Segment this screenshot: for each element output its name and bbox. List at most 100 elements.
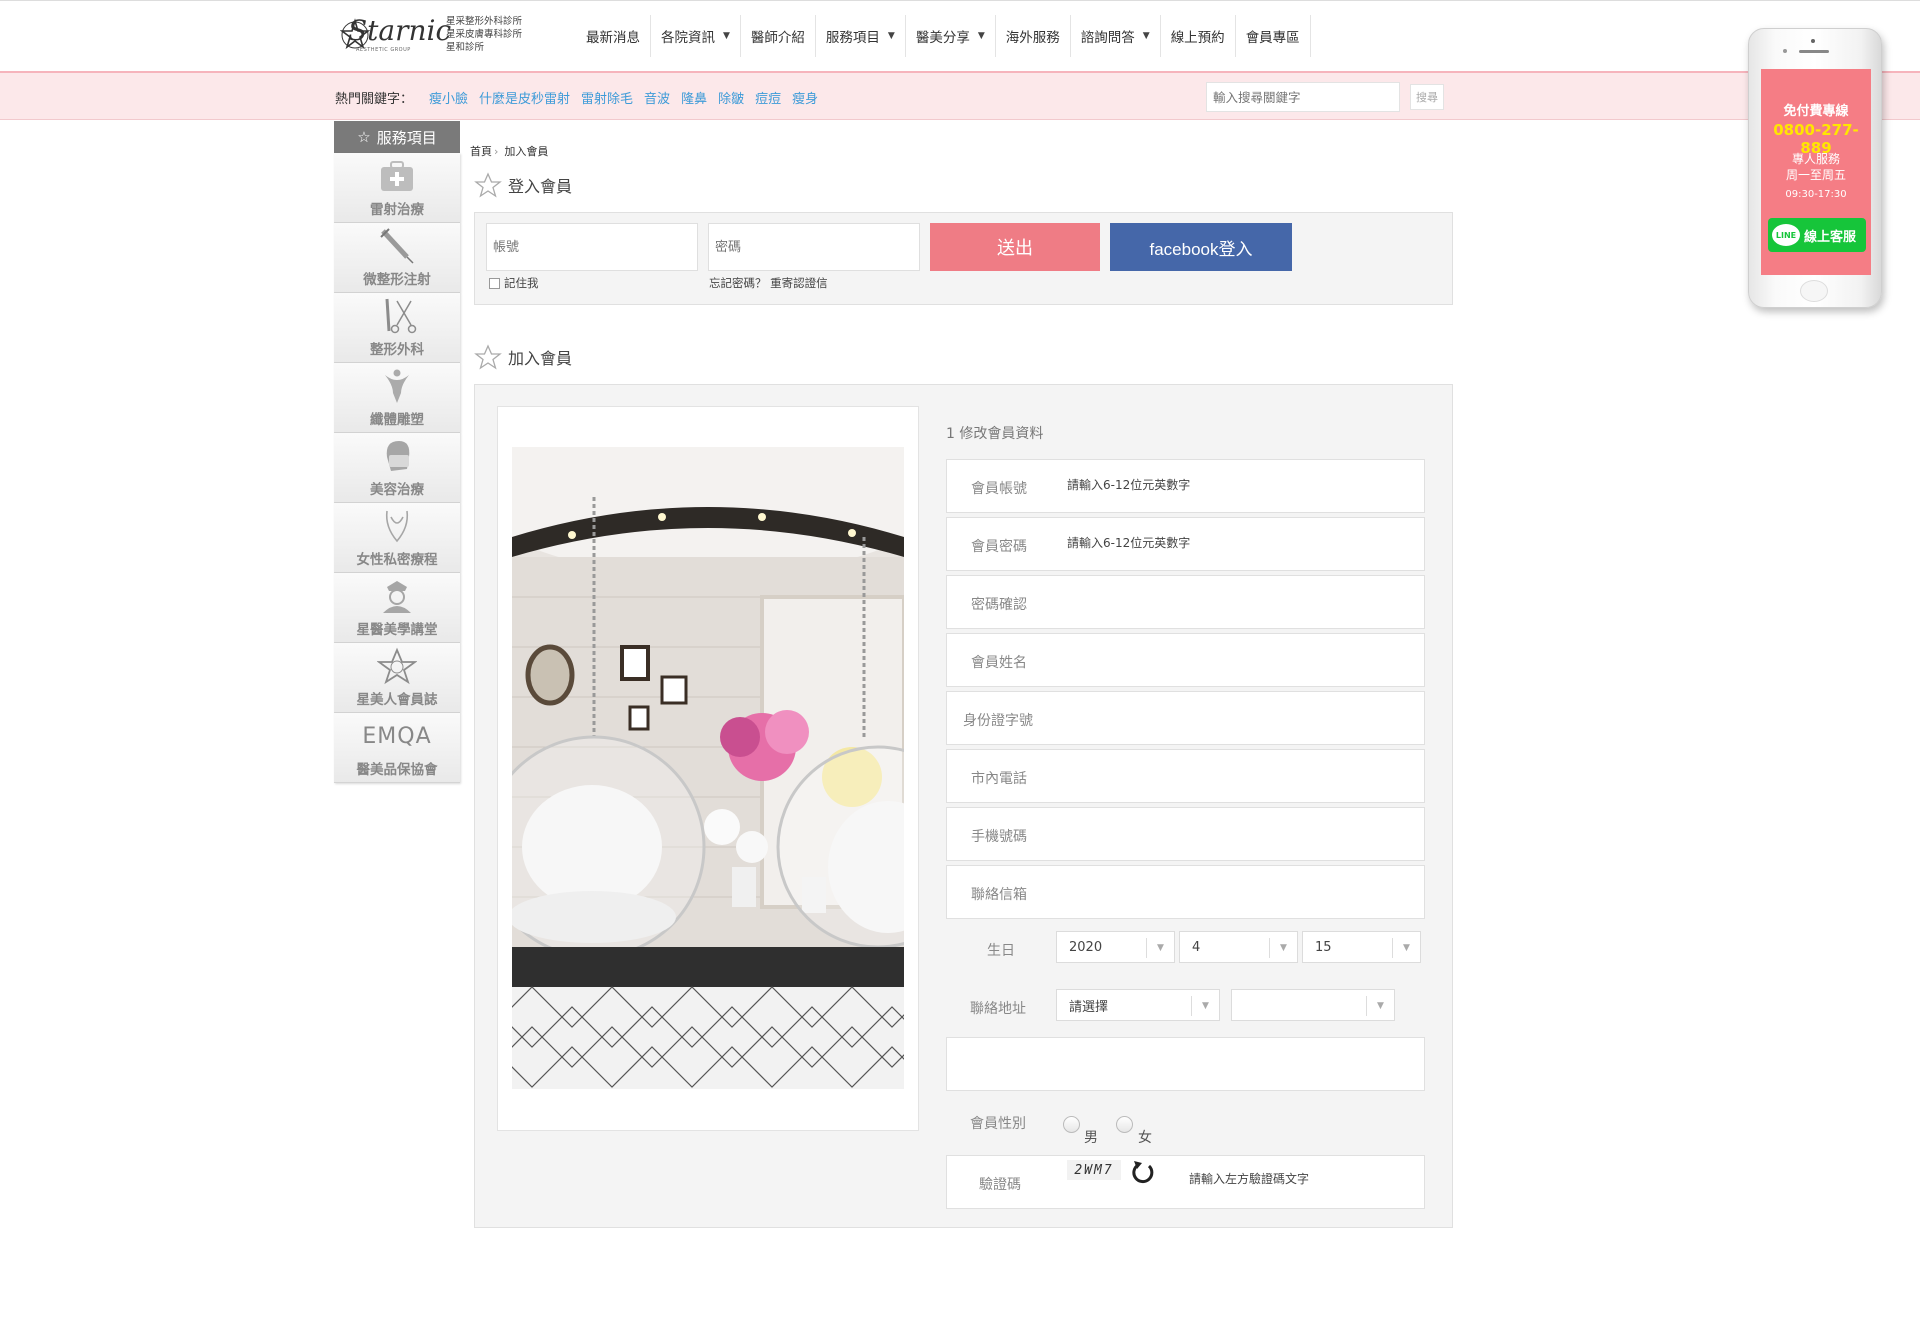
scissors-scalpel-icon (375, 296, 419, 336)
hotline-phone-widget[interactable]: 免付費專線 0800-277-889 專人服務 周一至周五 09:30-17:3… (1748, 28, 1882, 308)
birth-day-select[interactable]: 15 ▼ (1302, 931, 1421, 963)
sidebar-item-label: 星美人會員誌 (356, 692, 438, 708)
chevron-down-icon: ▼ (1191, 996, 1219, 1016)
phone-home-button-decoration (1800, 280, 1828, 302)
home-phone-field[interactable]: 市內電話 (946, 749, 1425, 803)
nav-label: 最新消息 (586, 30, 640, 46)
hot-keyword-label: 熱門關鍵字： (335, 92, 414, 107)
service-sidebar: 雷射治療 微整形注射 整形外科 纖體雕塑 美容治療 女性私密療程 星醫美學講堂 … (334, 153, 460, 783)
member-account-field[interactable]: 會員帳號 請輸入6-12位元英數字 (946, 459, 1425, 513)
sidebar-item-lecture[interactable]: 星醫美學講堂 (334, 573, 460, 643)
member-name-field[interactable]: 會員姓名 (946, 633, 1425, 687)
nav-services[interactable]: 服務項目 ▼ (816, 15, 906, 57)
sidebar-item-label: 醫美品保協會 (356, 762, 438, 778)
sidebar-item-intimate[interactable]: 女性私密療程 (334, 503, 460, 573)
gender-female-radio[interactable] (1116, 1116, 1133, 1133)
hot-keyword-link[interactable]: 瘦身 (792, 88, 818, 107)
star-emblem-icon (375, 646, 419, 686)
address-city-select[interactable]: 請選擇 ▼ (1056, 989, 1220, 1021)
interior-illustration (512, 447, 904, 1089)
birth-year-select[interactable]: 2020 ▼ (1056, 931, 1175, 963)
hotline-title: 免付費專線 (1783, 104, 1849, 119)
forgot-password-link[interactable]: 忘記密碼？ 重寄認證信 (709, 275, 828, 291)
hot-keyword-link[interactable]: 隆鼻 (681, 88, 707, 107)
captcha-image: 2WM7 (1067, 1160, 1121, 1180)
sidebar-item-laser[interactable]: 雷射治療 (334, 153, 460, 223)
sidebar-item-magazine[interactable]: 星美人會員誌 (334, 643, 460, 713)
address-detail-field[interactable] (946, 1037, 1425, 1091)
hot-keyword-link[interactable]: 瘦小臉 (429, 88, 468, 107)
remember-checkbox[interactable] (489, 277, 500, 289)
phone-camera-decoration (1811, 39, 1815, 43)
clinic-photo-frame (497, 406, 919, 1131)
site-logo[interactable]: Starnic AESTHETIC GROUP 星采整形外科診所 星采皮膚專科診… (340, 11, 540, 59)
emqa-logo: EMQA (362, 716, 430, 756)
nav-label: 線上預約 (1170, 30, 1225, 46)
nav-sharing[interactable]: 醫美分享 ▼ (906, 15, 996, 57)
face-mask-icon (375, 436, 419, 476)
join-title: 加入會員 (508, 349, 573, 368)
sidebar-item-association[interactable]: EMQA 醫美品保協會 (334, 713, 460, 783)
address-district-select[interactable]: ▼ (1231, 989, 1395, 1021)
id-number-field[interactable]: 身份證字號 (946, 691, 1425, 745)
sidebar-item-injection[interactable]: 微整形注射 (334, 223, 460, 293)
sidebar-item-label: 微整形注射 (363, 272, 431, 288)
sidebar-item-label: 女性私密療程 (356, 552, 438, 568)
sidebar-item-label: 雷射治療 (370, 202, 424, 218)
field-label: 手機號碼 (971, 829, 1027, 845)
star-outline-icon (474, 344, 502, 370)
remember-me[interactable]: 記住我 (489, 275, 539, 291)
captcha-field[interactable]: 驗證碼 2WM7 請輸入左方驗證碼文字 (946, 1155, 1425, 1209)
nav-booking[interactable]: 線上預約 (1161, 15, 1236, 57)
birth-month-select[interactable]: 4 ▼ (1179, 931, 1298, 963)
sidebar-item-beauty[interactable]: 美容治療 (334, 433, 460, 503)
breadcrumb-home[interactable]: 首頁 (470, 145, 492, 158)
login-submit-button[interactable]: 送出 (930, 223, 1100, 271)
breadcrumb-current: 加入會員 (504, 145, 549, 158)
chevron-down-icon: ▼ (1146, 938, 1174, 958)
login-account-input[interactable] (486, 223, 698, 271)
refresh-icon[interactable] (1129, 1158, 1157, 1186)
search-button[interactable]: 搜尋 (1410, 84, 1444, 110)
gender-male-radio[interactable] (1063, 1116, 1080, 1133)
login-password-input[interactable] (708, 223, 920, 271)
nav-doctors[interactable]: 醫師介紹 (741, 15, 816, 57)
sidebar-item-label: 整形外科 (370, 342, 424, 358)
nav-faq[interactable]: 諮詢問答 ▼ (1071, 15, 1161, 57)
form-step-title: 1 修改會員資料 (946, 426, 1044, 442)
field-hint: 請輸入6-12位元英數字 (1067, 536, 1191, 550)
service-line: 專人服務 (1791, 152, 1840, 166)
hot-keyword-list: 瘦小臉 什麼是皮秒雷射 雷射除毛 音波 隆鼻 除皺 痘痘 瘦身 (429, 88, 818, 107)
email-field[interactable]: 聯絡信箱 (946, 865, 1425, 919)
keyword-search-input[interactable] (1206, 82, 1400, 112)
hot-keyword-link[interactable]: 雷射除毛 (581, 88, 633, 107)
clinic-name: 星采皮膚專科診所 (446, 29, 523, 40)
nav-label: 醫美分享 (915, 30, 970, 46)
mobile-phone-field[interactable]: 手機號碼 (946, 807, 1425, 861)
password-confirm-field[interactable]: 密碼確認 (946, 575, 1425, 629)
nav-label: 服務項目 (825, 30, 880, 46)
nav-clinics[interactable]: 各院資訊 ▼ (651, 15, 741, 57)
nav-overseas[interactable]: 海外服務 (996, 15, 1071, 57)
clinic-interior-photo (512, 447, 904, 1089)
line-chat-button[interactable]: LINE 線上客服 (1768, 218, 1866, 252)
hot-keyword-link[interactable]: 音波 (644, 88, 670, 107)
caret-down-icon: ▼ (1142, 31, 1150, 41)
clinic-name: 星和診所 (446, 42, 485, 53)
hot-keyword-link[interactable]: 痘痘 (755, 88, 781, 107)
facebook-login-button[interactable]: facebook登入 (1110, 223, 1292, 271)
field-hint: 請輸入左方驗證碼文字 (1189, 1172, 1310, 1186)
nav-news[interactable]: 最新消息 (576, 15, 651, 57)
phone-screen: 免付費專線 0800-277-889 專人服務 周一至周五 09:30-17:3… (1761, 69, 1871, 275)
clinic-name: 星采整形外科診所 (446, 16, 523, 27)
star-outline-icon (474, 172, 502, 198)
hot-keyword-link[interactable]: 什麼是皮秒雷射 (479, 88, 570, 107)
field-label: 聯絡信箱 (971, 887, 1027, 903)
member-password-field[interactable]: 會員密碼 請輸入6-12位元英數字 (946, 517, 1425, 571)
gender-female-label: 女 (1138, 1130, 1152, 1146)
hot-keyword-link[interactable]: 除皺 (718, 88, 744, 107)
sidebar-item-body[interactable]: 纖體雕塑 (334, 363, 460, 433)
sidebar-item-label: 星醫美學講堂 (356, 622, 438, 638)
nav-member[interactable]: 會員專區 (1236, 15, 1311, 57)
sidebar-item-surgery[interactable]: 整形外科 (334, 293, 460, 363)
